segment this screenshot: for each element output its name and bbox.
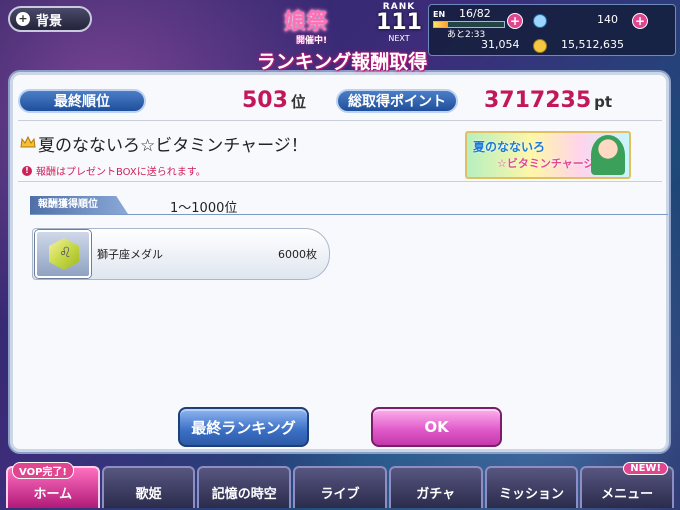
nav-menu[interactable]: NEW! メニュー bbox=[580, 462, 675, 508]
exp-value: 31,054 bbox=[481, 38, 520, 51]
final-rank-label: 最終順位 bbox=[18, 89, 146, 113]
rank-value: 111 bbox=[376, 10, 422, 35]
event-banner: 夏のなないろ ☆ビタミンチャージ！ bbox=[465, 131, 631, 179]
reward-underline bbox=[30, 214, 668, 215]
nav-memory-label: 記憶の時空 bbox=[211, 487, 277, 502]
rank-next-label: NEXT bbox=[388, 34, 410, 43]
back-button[interactable]: + 背景 bbox=[8, 6, 92, 32]
dialog-title: ランキング報酬取得 bbox=[256, 51, 428, 73]
notice: ! 報酬はプレゼントBOXに送られます。 bbox=[22, 163, 206, 178]
points-unit: pt bbox=[594, 93, 613, 111]
ok-button[interactable]: OK bbox=[371, 407, 502, 447]
nav-mission[interactable]: ミッション bbox=[484, 466, 579, 508]
reward-item: ♌ 獅子座メダル 6000枚 bbox=[32, 228, 330, 280]
energy-label: EN bbox=[433, 10, 446, 19]
nav-mission-label: ミッション bbox=[498, 487, 564, 502]
banner-title: 夏のなないろ bbox=[473, 140, 546, 154]
points-label: 総取得ポイント bbox=[336, 89, 458, 113]
crown-icon bbox=[20, 136, 36, 148]
character-image bbox=[591, 135, 625, 175]
nav-gacha-label: ガチャ bbox=[416, 487, 456, 502]
points-value: 3717235 bbox=[484, 88, 592, 113]
zoom-icon: + bbox=[16, 12, 30, 26]
nav-live[interactable]: ライブ bbox=[293, 466, 387, 508]
banner-subtitle: ☆ビタミンチャージ！ bbox=[497, 157, 606, 170]
final-rank: 503 位 bbox=[242, 88, 306, 113]
nav-badge-new: NEW! bbox=[623, 462, 669, 475]
reward-item-quantity: 6000枚 bbox=[278, 248, 317, 261]
gem-count: 140 bbox=[597, 13, 618, 26]
event-name: 夏のなないろ☆ビタミンチャージ！ bbox=[38, 136, 308, 156]
reward-tier-tab: 報酬獲得順位 bbox=[30, 196, 128, 214]
coin-icon bbox=[533, 39, 547, 53]
nav-memory[interactable]: 記憶の時空 bbox=[197, 466, 292, 508]
bottom-nav: VOP完了! ホーム 歌姫 記憶の時空 ライブ ガチャ ミッション NEW! メ… bbox=[0, 462, 680, 510]
gem-icon bbox=[533, 14, 547, 28]
event-status: 開催中! bbox=[296, 36, 328, 46]
energy-plus-button[interactable]: + bbox=[507, 13, 523, 29]
nav-live-label: ライブ bbox=[320, 487, 360, 502]
nav-gacha[interactable]: ガチャ bbox=[388, 466, 483, 508]
gem-plus-button[interactable]: + bbox=[632, 13, 648, 29]
player-rank: RANK 111 NEXT bbox=[373, 2, 425, 50]
nav-badge-vop: VOP完了! bbox=[12, 462, 74, 479]
divider bbox=[18, 181, 662, 182]
divider bbox=[18, 120, 662, 121]
status-panel: EN 16/82 あと2:33 + 140 + 31,054 15,512,63… bbox=[428, 4, 676, 56]
warning-icon: ! bbox=[22, 165, 32, 176]
total-points: 3717235 pt bbox=[484, 88, 612, 113]
final-rank-value: 503 bbox=[242, 88, 288, 113]
nav-menu-label: メニュー bbox=[601, 487, 654, 502]
money-value: 15,512,635 bbox=[561, 38, 624, 51]
back-label: 背景 bbox=[36, 13, 63, 29]
final-rank-unit: 位 bbox=[290, 93, 306, 111]
nav-divas[interactable]: 歌姫 bbox=[101, 466, 196, 508]
energy-value: 16/82 bbox=[459, 7, 491, 20]
energy-bar-fill bbox=[434, 22, 448, 27]
reward-item-name: 獅子座メダル bbox=[97, 248, 163, 261]
nav-home[interactable]: VOP完了! ホーム bbox=[6, 462, 100, 508]
energy-timer: あと2:33 bbox=[447, 30, 486, 40]
leo-medal-icon: ♌ bbox=[35, 230, 91, 278]
event-logo: 娘祭 bbox=[284, 10, 329, 35]
nav-home-label: ホーム bbox=[33, 487, 73, 502]
nav-divas-label: 歌姫 bbox=[135, 487, 162, 502]
final-ranking-button[interactable]: 最終ランキング bbox=[178, 407, 309, 447]
notice-text: 報酬はプレゼントBOXに送られます。 bbox=[36, 167, 206, 178]
